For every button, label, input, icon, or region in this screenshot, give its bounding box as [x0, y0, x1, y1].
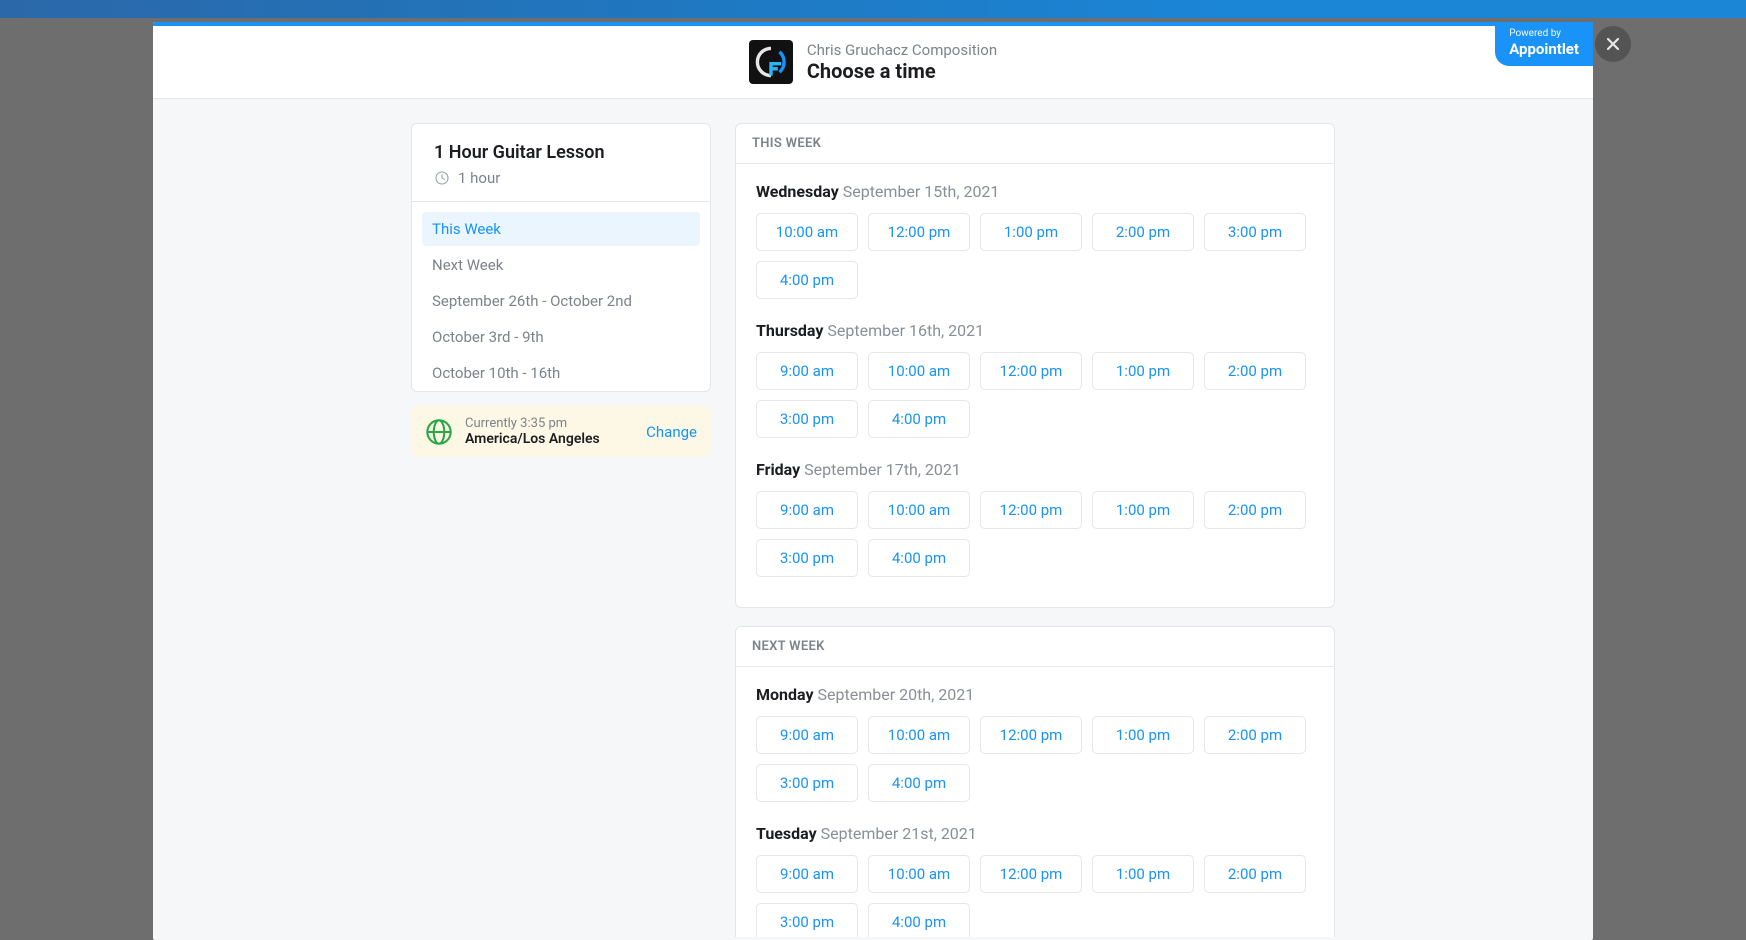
timezone-name: America/Los Angeles	[465, 431, 634, 447]
day-name: Friday	[756, 460, 804, 479]
time-slot[interactable]: 3:00 pm	[756, 400, 858, 438]
day-name: Thursday	[756, 321, 827, 340]
time-slot[interactable]: 1:00 pm	[1092, 716, 1194, 754]
time-slot[interactable]: 12:00 pm	[868, 213, 970, 251]
time-slot[interactable]: 1:00 pm	[1092, 855, 1194, 893]
time-slot[interactable]: 9:00 am	[756, 716, 858, 754]
time-slot[interactable]: 2:00 pm	[1204, 716, 1306, 754]
day-name: Wednesday	[756, 182, 843, 201]
time-slot[interactable]: 12:00 pm	[980, 491, 1082, 529]
time-slot[interactable]: 12:00 pm	[980, 716, 1082, 754]
modal-header: Chris Gruchacz Composition Choose a time	[153, 26, 1593, 99]
timezone-current-time: Currently 3:35 pm	[465, 416, 634, 431]
page-title: Choose a time	[807, 59, 997, 83]
day-date: September 16th, 2021	[827, 321, 984, 340]
org-logo	[749, 40, 793, 84]
org-name: Chris Gruchacz Composition	[807, 41, 997, 59]
time-slot[interactable]: 2:00 pm	[1204, 352, 1306, 390]
time-slot[interactable]: 3:00 pm	[756, 539, 858, 577]
availability-section: NEXT WEEK Monday September 20th, 2021 9:00…	[735, 626, 1335, 937]
day-date: September 20th, 2021	[818, 685, 975, 704]
section-heading: NEXT WEEK	[736, 627, 1334, 667]
close-icon	[1605, 36, 1621, 52]
time-slot[interactable]: 10:00 am	[756, 213, 858, 251]
powered-by-label: Powered by	[1509, 28, 1579, 40]
time-slot[interactable]: 3:00 pm	[756, 764, 858, 802]
time-slot[interactable]: 9:00 am	[756, 855, 858, 893]
week-item[interactable]: Next Week	[422, 248, 700, 282]
time-slot[interactable]: 9:00 am	[756, 352, 858, 390]
day-block: Thursday September 16th, 2021 9:00 am 10:0…	[756, 321, 1314, 438]
time-slot[interactable]: 2:00 pm	[1204, 855, 1306, 893]
time-slot[interactable]: 10:00 am	[868, 491, 970, 529]
clock-icon	[434, 170, 450, 186]
time-slot[interactable]: 10:00 am	[868, 716, 970, 754]
day-block: Wednesday September 15th, 2021 10:00 am 12…	[756, 182, 1314, 299]
modal-body[interactable]: 1 Hour Guitar Lesson 1 hour This WeekNex…	[153, 99, 1593, 937]
availability-column: THIS WEEK Wednesday September 15th, 2021 1…	[735, 123, 1335, 937]
time-slot[interactable]: 12:00 pm	[980, 352, 1082, 390]
day-block: Tuesday September 21st, 2021 9:00 am 10:00…	[756, 824, 1314, 937]
close-button[interactable]	[1595, 26, 1631, 62]
time-slot[interactable]: 2:00 pm	[1204, 491, 1306, 529]
time-slot[interactable]: 3:00 pm	[756, 903, 858, 937]
day-block: Friday September 17th, 2021 9:00 am 10:00 …	[756, 460, 1314, 577]
weeks-list[interactable]: This WeekNext WeekSeptember 26th - Octob…	[412, 201, 710, 391]
time-slot[interactable]: 9:00 am	[756, 491, 858, 529]
globe-icon	[425, 418, 453, 446]
day-date: September 21st, 2021	[821, 824, 977, 843]
lesson-card: 1 Hour Guitar Lesson 1 hour This WeekNex…	[411, 123, 711, 392]
time-slot[interactable]: 4:00 pm	[868, 539, 970, 577]
time-slot[interactable]: 10:00 am	[868, 855, 970, 893]
timezone-change-button[interactable]: Change	[646, 423, 697, 441]
lesson-title: 1 Hour Guitar Lesson	[434, 142, 688, 163]
time-slot[interactable]: 4:00 pm	[868, 764, 970, 802]
timezone-card: Currently 3:35 pm America/Los Angeles Ch…	[411, 406, 711, 457]
week-item[interactable]: October 3rd - 9th	[422, 320, 700, 354]
time-slot[interactable]: 4:00 pm	[756, 261, 858, 299]
time-slot[interactable]: 1:00 pm	[980, 213, 1082, 251]
time-slot[interactable]: 4:00 pm	[868, 903, 970, 937]
time-slot[interactable]: 1:00 pm	[1092, 491, 1194, 529]
time-slot[interactable]: 3:00 pm	[1204, 213, 1306, 251]
day-date: September 17th, 2021	[804, 460, 961, 479]
day-date: September 15th, 2021	[843, 182, 1000, 201]
powered-by-tab[interactable]: Powered by Appointlet	[1495, 22, 1593, 66]
section-heading: THIS WEEK	[736, 124, 1334, 164]
day-name: Monday	[756, 685, 818, 704]
day-name: Tuesday	[756, 824, 821, 843]
time-slot[interactable]: 1:00 pm	[1092, 352, 1194, 390]
week-item[interactable]: This Week	[422, 212, 700, 246]
time-slot[interactable]: 4:00 pm	[868, 400, 970, 438]
week-item[interactable]: October 10th - 16th	[422, 356, 700, 390]
week-item[interactable]: September 26th - October 2nd	[422, 284, 700, 318]
time-slot[interactable]: 2:00 pm	[1092, 213, 1194, 251]
lesson-duration: 1 hour	[458, 169, 500, 187]
time-slot[interactable]: 12:00 pm	[980, 855, 1082, 893]
powered-by-brand: Appointlet	[1509, 40, 1579, 58]
time-slot[interactable]: 10:00 am	[868, 352, 970, 390]
booking-modal: Powered by Appointlet Chris Gruchacz Com…	[153, 22, 1593, 940]
day-block: Monday September 20th, 2021 9:00 am 10:00 …	[756, 685, 1314, 802]
availability-section: THIS WEEK Wednesday September 15th, 2021 1…	[735, 123, 1335, 608]
